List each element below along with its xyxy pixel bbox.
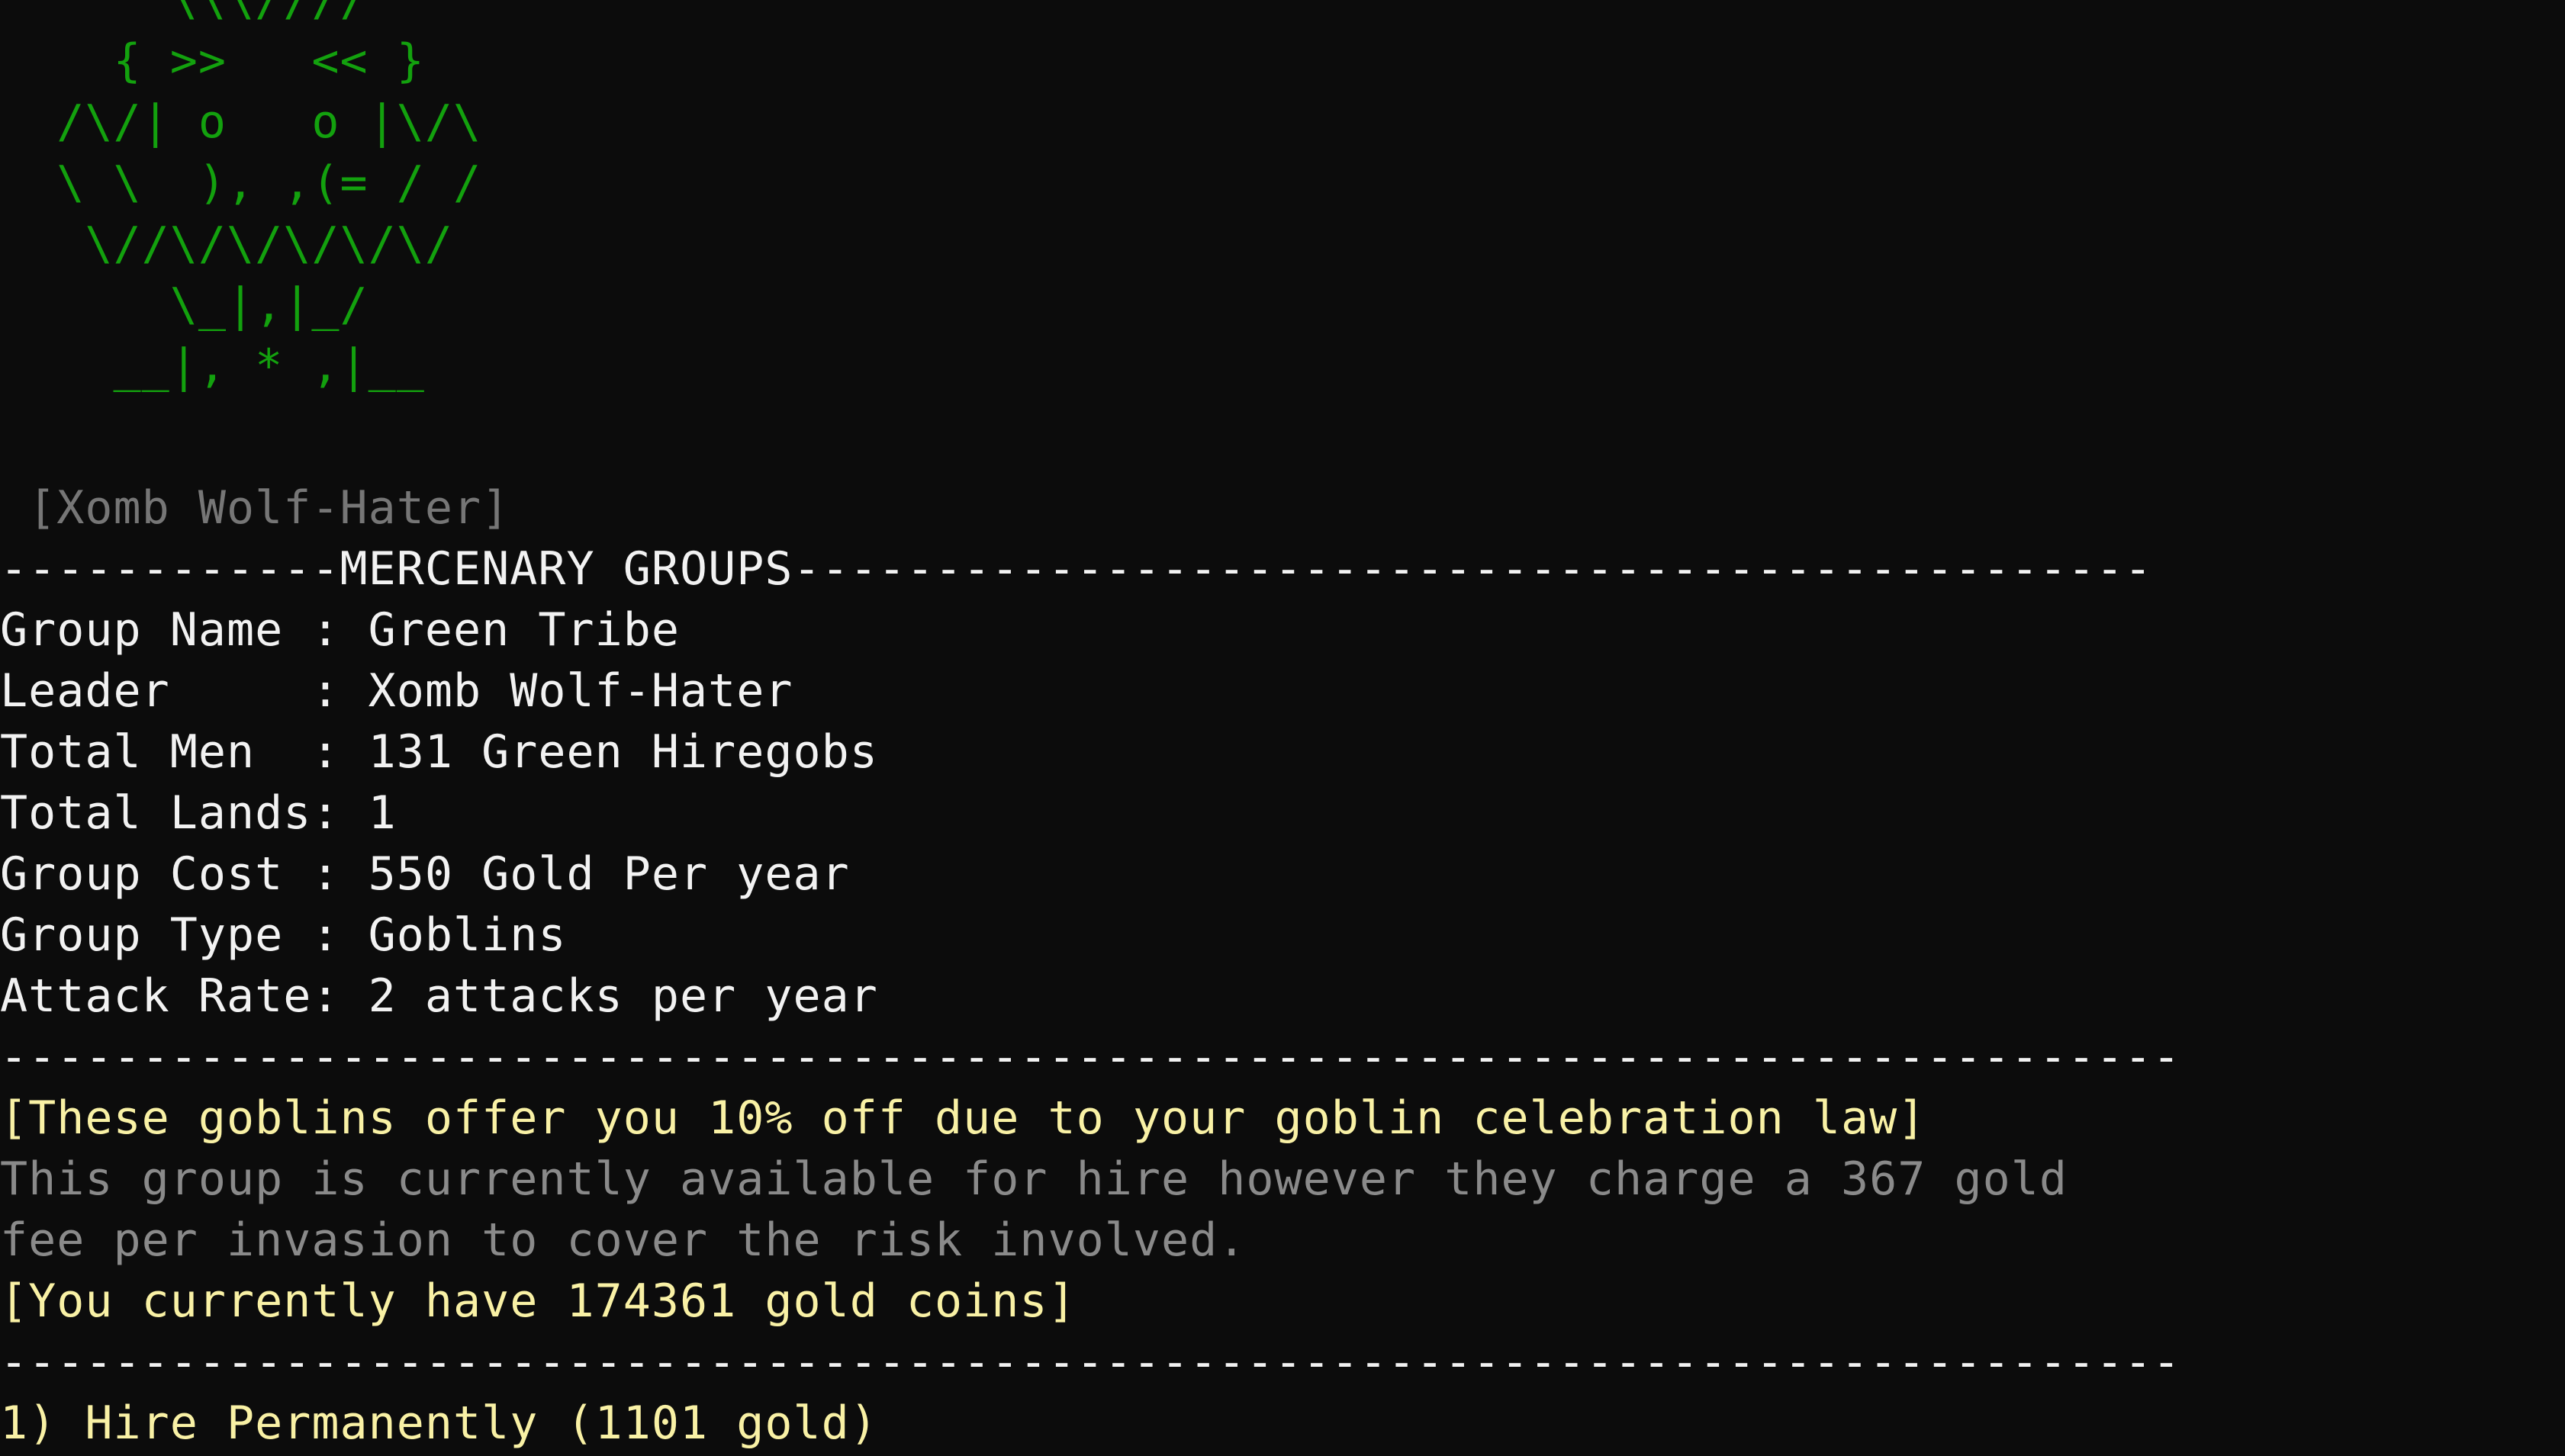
section-header: ------------MERCENARY GROUPS------------…: [0, 542, 2153, 596]
detail-leader: Leader : Xomb Wolf-Hater: [0, 664, 793, 718]
ascii-art-line: \_|,|_/: [0, 278, 368, 332]
ascii-art-line: { >> << }: [0, 34, 425, 88]
detail-total-lands: Total Lands: 1: [0, 786, 397, 840]
ascii-art-line: __|, * ,|__: [0, 339, 425, 393]
detail-total-men: Total Men : 131 Green Hiregobs: [0, 725, 878, 779]
ascii-art-line: /\/| o o |\/\: [0, 95, 482, 149]
detail-group-name: Group Name : Green Tribe: [0, 603, 680, 657]
availability-line: This group is currently available for hi…: [0, 1152, 2068, 1206]
detail-group-cost: Group Cost : 550 Gold Per year: [0, 847, 850, 901]
mercenary-info: [Xomb Wolf-Hater] ------------MERCENARY …: [0, 477, 2180, 1454]
detail-attack-rate: Attack Rate: 2 attacks per year: [0, 969, 878, 1023]
divider: ----------------------------------------…: [0, 1335, 2181, 1389]
leader-tag: [Xomb Wolf-Hater]: [0, 481, 510, 535]
ascii-art-line: \//\/\/\/\/\/: [0, 217, 453, 271]
detail-group-type: Group Type : Goblins: [0, 908, 567, 962]
gold-notice: [You currently have 174361 gold coins]: [0, 1274, 1077, 1328]
ascii-art-line: \\\////: [0, 0, 397, 27]
terminal-window: \\\//// { >> << } /\/| o o |\/\ \ \ ), ,…: [0, 0, 2565, 1456]
availability-line: fee per invasion to cover the risk invol…: [0, 1213, 1247, 1267]
discount-notice: [These goblins offer you 10% off due to …: [0, 1091, 1926, 1145]
menu-option-hire-permanently[interactable]: 1) Hire Permanently (1101 gold): [0, 1393, 2180, 1454]
divider: ----------------------------------------…: [0, 1030, 2181, 1084]
ascii-art-line: \ \ ), ,(= / /: [0, 156, 482, 210]
goblin-ascii-art: \\\//// { >> << } /\/| o o |\/\ \ \ ), ,…: [0, 0, 481, 397]
